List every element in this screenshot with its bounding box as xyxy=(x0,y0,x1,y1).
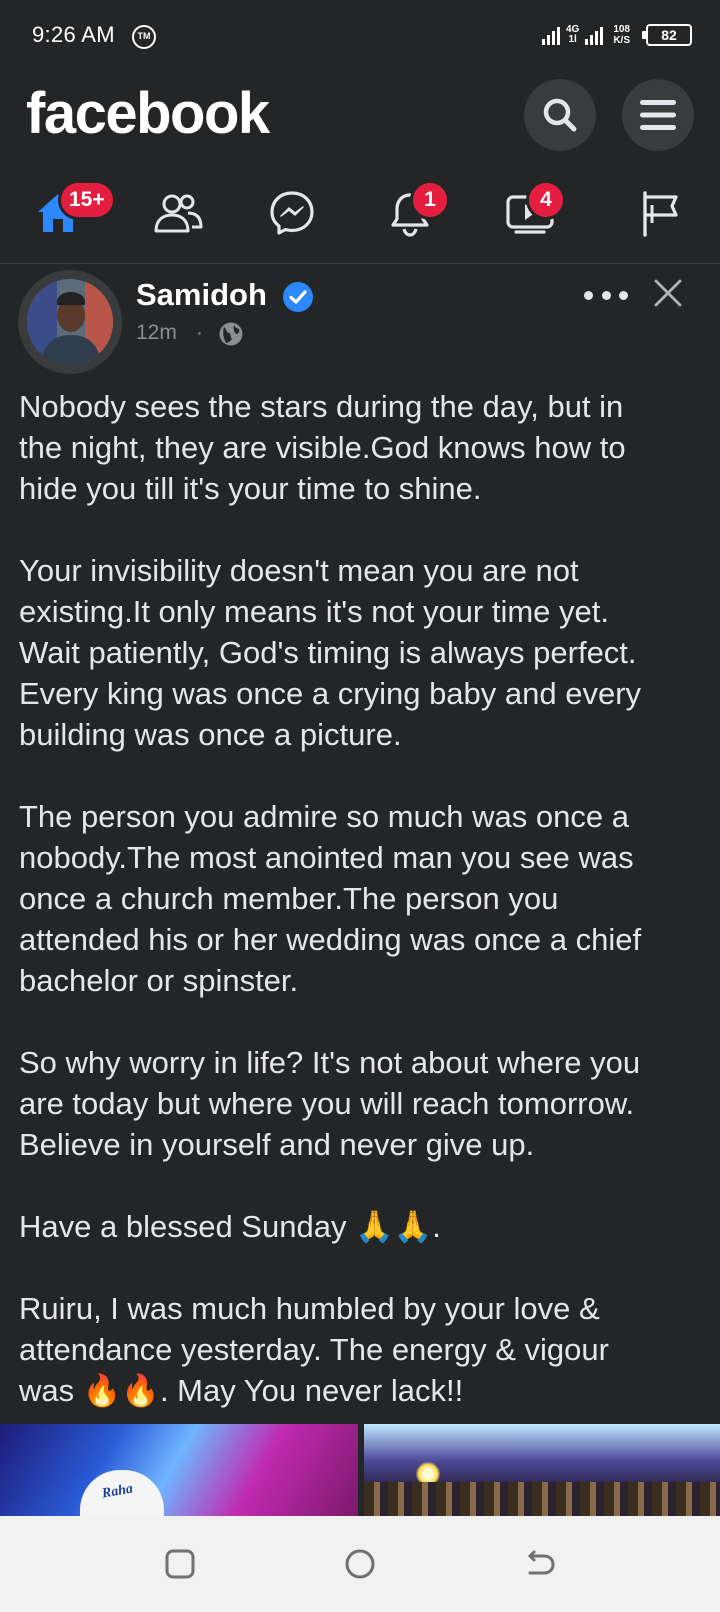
home-circle-icon[interactable] xyxy=(342,1546,378,1582)
more-options-button[interactable] xyxy=(584,285,628,305)
more-dot xyxy=(619,290,628,300)
post-paragraph: Your invisibility doesn't mean you are n… xyxy=(19,553,642,752)
status-bar: 9:26 AM TM 4G 1l 108 K/S 82 xyxy=(0,0,720,70)
tab-messenger[interactable] xyxy=(252,170,332,256)
status-time: 9:26 AM xyxy=(32,22,115,47)
author-avatar[interactable] xyxy=(18,270,122,374)
post-paragraph: So why worry in life? It's not about whe… xyxy=(19,1045,641,1162)
hamburger-menu-icon xyxy=(640,100,676,130)
messenger-icon xyxy=(270,191,314,235)
post-paragraph: Ruiru, I was much humbled by your love &… xyxy=(19,1291,609,1408)
post-paragraph: Have a blessed Sunday 🙏🙏. xyxy=(19,1209,441,1244)
facebook-logo[interactable]: facebook xyxy=(26,80,270,147)
post-timestamp[interactable]: 12m xyxy=(136,321,177,345)
app-header: facebook xyxy=(0,70,720,160)
notifications-badge: 1 xyxy=(410,180,450,220)
network-type: 4G 1l xyxy=(565,24,580,45)
menu-button[interactable] xyxy=(622,79,694,151)
avatar-photo xyxy=(27,279,113,365)
tab-pages[interactable] xyxy=(620,170,700,256)
post-header: Samidoh 12m · xyxy=(0,265,720,375)
system-nav-bar xyxy=(0,1516,720,1612)
video-badge: 4 xyxy=(526,180,566,220)
crowd-graphic xyxy=(364,1482,720,1516)
post-paragraph: Nobody sees the stars during the day, bu… xyxy=(19,389,626,506)
tm-app-icon: TM xyxy=(132,25,156,49)
post-photos: Raha xyxy=(0,1424,720,1516)
friends-icon xyxy=(154,194,203,233)
signal-icon-2 xyxy=(585,25,604,45)
close-icon[interactable] xyxy=(650,275,686,311)
post-body: Nobody sees the stars during the day, bu… xyxy=(19,386,709,1411)
home-badge: 15+ xyxy=(58,180,116,220)
main-nav: 15+ 1 4 xyxy=(0,170,720,264)
search-icon xyxy=(543,98,577,132)
meta-separator: · xyxy=(196,321,203,344)
author-name[interactable]: Samidoh xyxy=(136,277,267,313)
post-photo-crowd[interactable] xyxy=(364,1424,720,1516)
signal-icon xyxy=(541,25,560,45)
search-button[interactable] xyxy=(524,79,596,151)
more-dot xyxy=(601,290,611,300)
verified-badge-icon xyxy=(283,282,313,312)
network-speed: 108 K/S xyxy=(613,24,630,46)
battery-level: 82 xyxy=(661,27,677,43)
recents-icon[interactable] xyxy=(162,1546,198,1582)
post-photo-performer[interactable]: Raha xyxy=(0,1424,358,1516)
more-dot xyxy=(584,290,593,300)
post-paragraph: The person you admire so much was once a… xyxy=(19,799,642,998)
battery-icon: 82 xyxy=(642,24,692,46)
status-indicators: 4G 1l 108 K/S 82 xyxy=(541,20,692,50)
back-icon[interactable] xyxy=(522,1546,558,1582)
flag-icon xyxy=(643,191,678,237)
globe-icon xyxy=(219,322,243,346)
tab-friends[interactable] xyxy=(138,170,218,256)
